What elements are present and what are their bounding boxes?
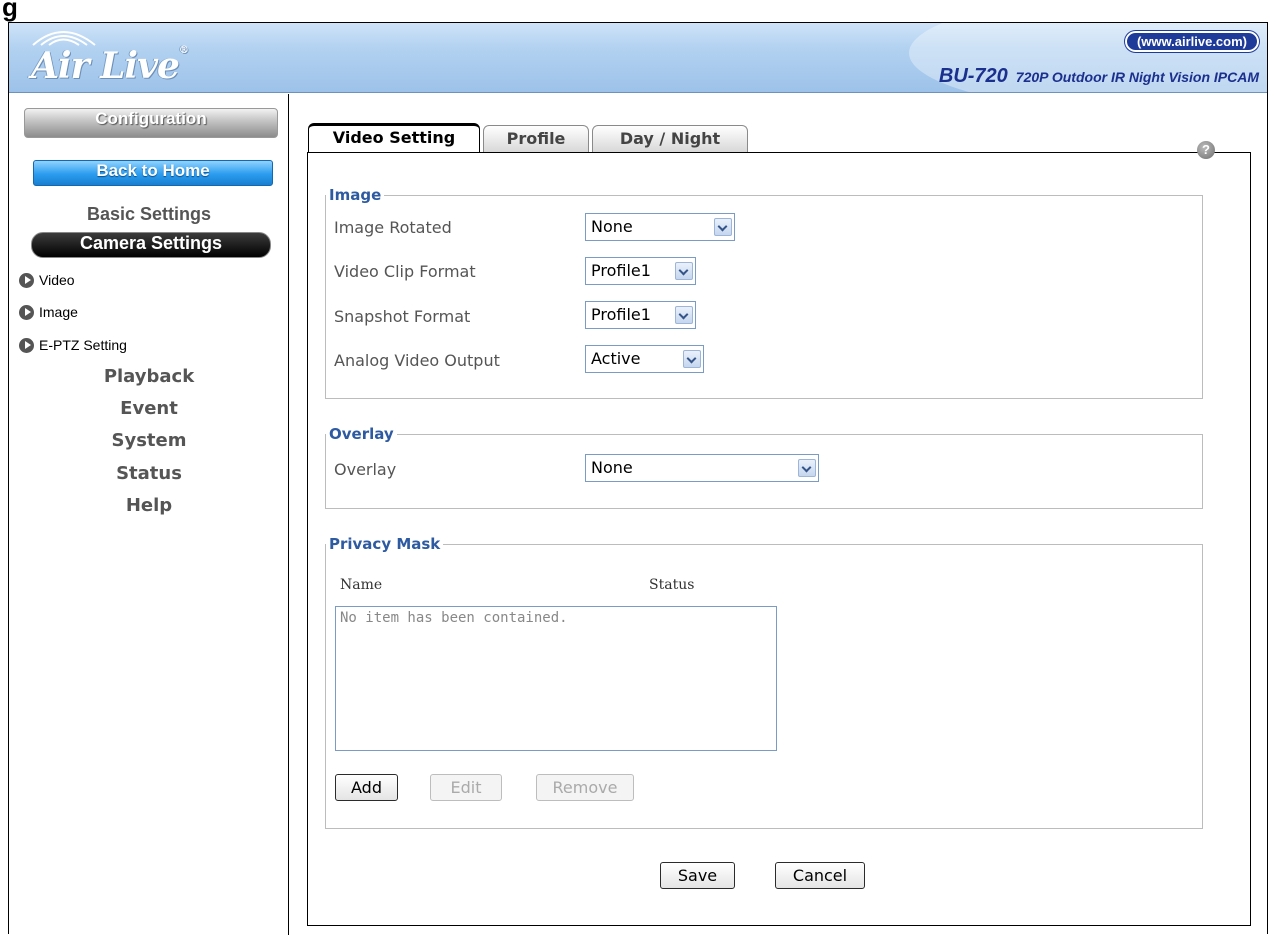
header-banner: Air Live® (www.airlive.com) BU-720 720P O… (9, 23, 1267, 93)
cancel-button[interactable]: Cancel (775, 862, 865, 889)
sidebar-item-system[interactable]: System (9, 430, 289, 451)
sidebar-item-event[interactable]: Event (9, 398, 289, 419)
tab-video-setting[interactable]: Video Setting (308, 123, 480, 152)
add-button[interactable]: Add (335, 774, 398, 801)
registered-mark: ® (178, 45, 189, 56)
remove-button[interactable]: Remove (536, 774, 634, 801)
analog-video-output-select[interactable]: Active (585, 345, 704, 373)
image-group-legend: Image (329, 186, 382, 204)
chevron-down-icon (675, 262, 693, 280)
snapshot-format-label: Snapshot Format (334, 307, 471, 326)
sidebar-item-playback[interactable]: Playback (9, 366, 289, 387)
save-button[interactable]: Save (660, 862, 735, 889)
chevron-down-icon (675, 306, 693, 324)
image-rotated-label: Image Rotated (334, 218, 452, 237)
overlay-group-legend: Overlay (329, 425, 394, 443)
website-link[interactable]: (www.airlive.com) (1124, 31, 1259, 52)
column-header-status: Status (649, 577, 695, 593)
play-icon (19, 304, 34, 320)
video-clip-format-label: Video Clip Format (334, 262, 476, 281)
back-to-home-button[interactable]: Back to Home (33, 160, 273, 186)
video-clip-format-select[interactable]: Profile1 (585, 257, 696, 285)
configuration-header: Configuration (24, 108, 278, 138)
play-icon (19, 272, 34, 288)
sidebar: Configuration Back to Home Basic Setting… (9, 94, 289, 935)
overlay-select[interactable]: None (585, 454, 819, 482)
chevron-down-icon (798, 459, 816, 477)
sidebar-subitem-video[interactable]: Video (19, 270, 75, 290)
play-icon (19, 337, 34, 353)
privacy-mask-list[interactable]: No item has been contained. (335, 606, 777, 751)
snapshot-format-value: Profile1 (591, 305, 651, 324)
edit-button[interactable]: Edit (430, 774, 502, 801)
sidebar-subitem-image[interactable]: Image (19, 302, 78, 322)
sidebar-item-basic-settings[interactable]: Basic Settings (9, 204, 289, 225)
overlay-value: None (591, 458, 633, 477)
brand-logo-text: Air Live (31, 45, 180, 87)
tab-day-night[interactable]: Day / Night (592, 125, 748, 152)
overlay-label: Overlay (334, 460, 397, 479)
video-clip-format-value: Profile1 (591, 261, 651, 280)
sidebar-subitem-label: Image (39, 304, 78, 320)
sidebar-subitem-label: Video (39, 272, 75, 288)
corner-glyph: g (2, 0, 18, 22)
help-icon[interactable]: ? (1197, 141, 1215, 159)
tab-profile[interactable]: Profile (483, 125, 589, 152)
model-number: BU-720 (938, 65, 1008, 87)
empty-list-message: No item has been contained. (340, 610, 568, 626)
model-description: 720P Outdoor IR Night Vision IPCAM (1015, 69, 1259, 85)
analog-video-output-value: Active (591, 349, 641, 368)
sidebar-item-status[interactable]: Status (9, 463, 289, 484)
snapshot-format-select[interactable]: Profile1 (585, 301, 696, 329)
model-title: BU-720 720P Outdoor IR Night Vision IPCAM (939, 65, 1259, 88)
sidebar-item-help[interactable]: Help (9, 495, 289, 516)
brand-logo: Air Live® (31, 45, 189, 87)
privacy-mask-group-legend: Privacy Mask (329, 535, 441, 553)
sidebar-subitem-eptz[interactable]: E-PTZ Setting (19, 335, 127, 355)
image-rotated-select[interactable]: None (585, 213, 735, 241)
sidebar-item-camera-settings[interactable]: Camera Settings (31, 232, 271, 258)
image-rotated-value: None (591, 217, 633, 236)
column-header-name: Name (340, 577, 383, 593)
chevron-down-icon (683, 350, 701, 368)
chevron-down-icon (714, 218, 732, 236)
sidebar-subitem-label: E-PTZ Setting (39, 337, 127, 353)
analog-video-output-label: Analog Video Output (334, 351, 500, 370)
